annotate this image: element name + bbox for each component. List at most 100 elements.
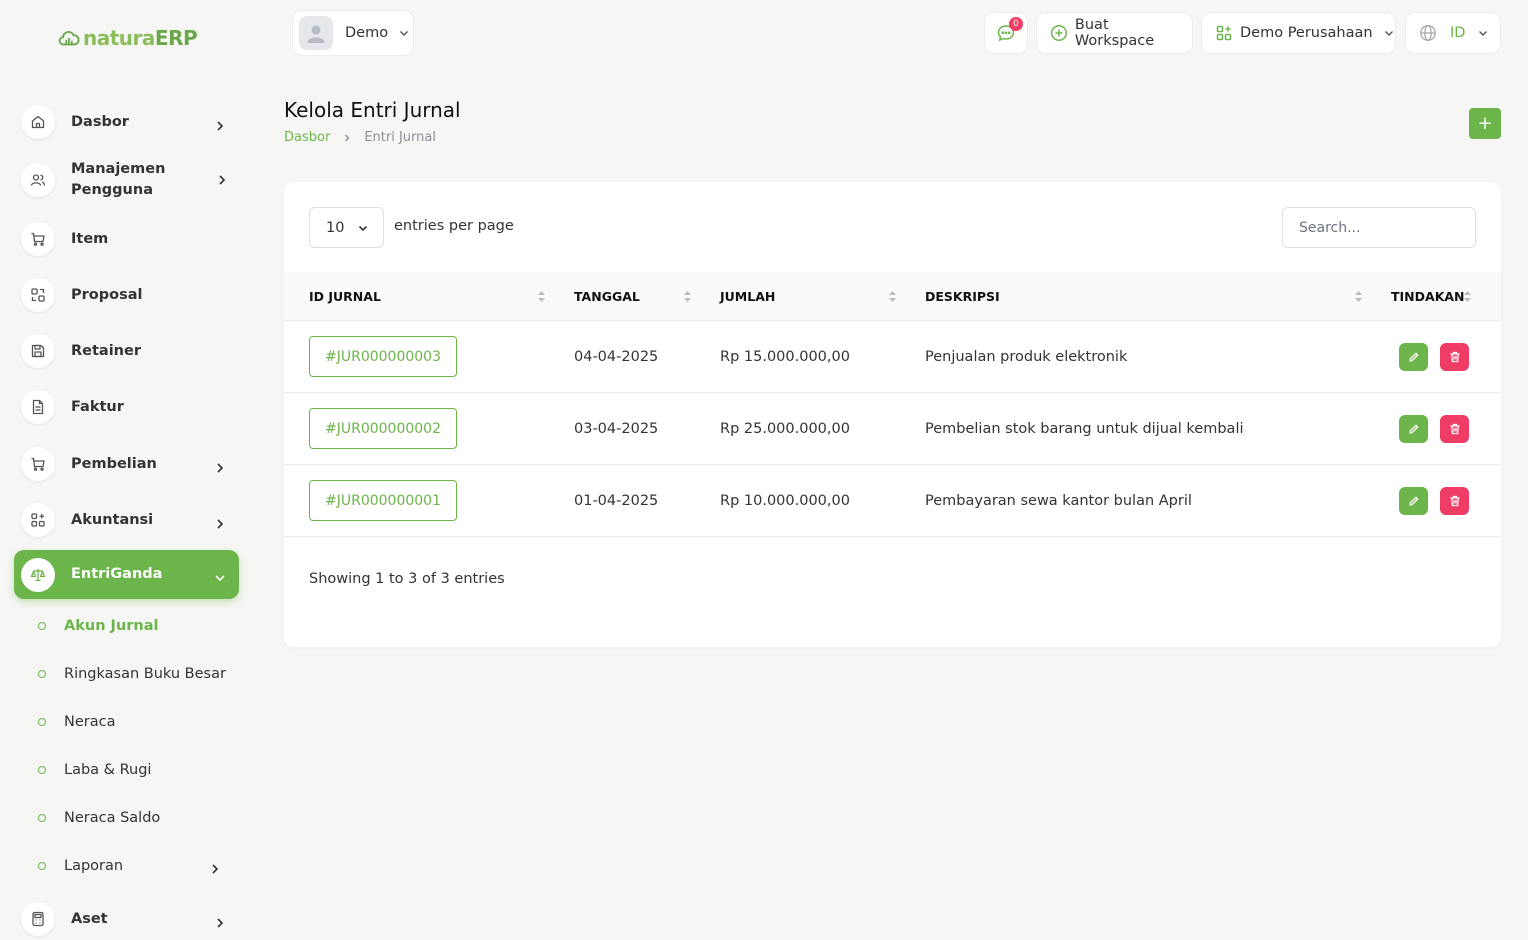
chevron-down-icon <box>400 31 409 36</box>
swap-icon <box>31 288 45 302</box>
chevron-right-icon <box>219 175 226 185</box>
chevron-right-icon <box>212 864 219 874</box>
company-name: Demo Perusahaan <box>1240 25 1373 41</box>
sidebar-subitem-akun-jurnal[interactable]: Akun Jurnal <box>38 614 238 638</box>
bullet-icon <box>38 862 46 870</box>
sidebar-item-proposal[interactable]: Proposal <box>14 274 239 316</box>
column-header-id-jurnal[interactable]: ID JURNAL <box>309 272 549 321</box>
breadcrumb-home[interactable]: Dasbor <box>284 130 330 145</box>
sidebar-item-item[interactable]: Item <box>14 218 239 260</box>
notification-badge: 0 <box>1009 17 1023 31</box>
user-menu[interactable]: Demo <box>292 10 414 56</box>
sidebar-item-retainer[interactable]: Retainer <box>14 330 239 372</box>
column-header-jumlah[interactable]: JUMLAH <box>720 272 900 321</box>
create-workspace-label: Buat Workspace <box>1074 17 1155 49</box>
trash-icon <box>1450 423 1459 435</box>
cloud-logo-icon <box>58 31 80 46</box>
delete-button[interactable] <box>1440 487 1469 515</box>
cell-description: Penjualan produk elektronik <box>925 349 1128 365</box>
sidebar-item-aset[interactable]: Aset <box>14 898 239 940</box>
sidebar-subitem-laporan[interactable]: Laporan <box>38 854 238 878</box>
entries-per-page-value: 10 <box>326 219 345 236</box>
sidebar-item-manajemen-pengguna[interactable]: Manajemen Pengguna <box>14 157 239 203</box>
column-header-tindakan[interactable]: TINDAKAN <box>1391 272 1481 321</box>
sidebar-item-akuntansi[interactable]: Akuntansi <box>14 498 239 542</box>
pencil-icon <box>1408 352 1418 362</box>
language-selector[interactable]: ID <box>1405 12 1501 54</box>
bullet-icon <box>38 766 46 774</box>
bullet-icon <box>38 670 46 678</box>
table-header: ID JURNAL TANGGAL JUMLAH DESKRIPSI TINDA… <box>284 272 1501 321</box>
edit-button[interactable] <box>1399 415 1428 443</box>
chevron-right-icon <box>345 134 350 141</box>
user-name: Demo <box>345 25 389 41</box>
sidebar-subitem-laba-rugi[interactable]: Laba & Rugi <box>38 758 238 782</box>
add-journal-button[interactable]: + <box>1469 108 1501 139</box>
sidebar-item-label: Manajemen Pengguna <box>71 161 166 198</box>
create-workspace-button[interactable]: Buat Workspace <box>1036 12 1193 54</box>
journal-table-card: 10 entries per page ID JURNAL TANGGAL JU… <box>284 182 1501 647</box>
brand-name: naturaERP <box>83 26 198 50</box>
delete-button[interactable] <box>1440 343 1469 371</box>
sidebar-subitem-label: Neraca Saldo <box>64 810 161 826</box>
chevron-down-icon <box>1479 31 1488 36</box>
cell-date: 04-04-2025 <box>574 349 659 365</box>
chevron-right-icon <box>217 121 224 131</box>
sidebar-item-pembelian[interactable]: Pembelian <box>14 442 239 486</box>
pencil-icon <box>1408 496 1418 506</box>
sidebar-item-label: Item <box>71 230 109 247</box>
sidebar-subitem-label: Laba & Rugi <box>64 762 152 778</box>
journal-id-link[interactable]: #JUR000000002 <box>309 408 457 449</box>
sidebar-item-entriganda[interactable]: EntriGanda <box>14 550 239 599</box>
save-icon <box>31 344 45 358</box>
page-title: Kelola Entri Jurnal <box>284 98 461 122</box>
chevron-down-icon <box>358 225 368 232</box>
column-header-tanggal[interactable]: TANGGAL <box>574 272 694 321</box>
sidebar-subitem-label: Ringkasan Buku Besar <box>64 666 226 682</box>
cell-date: 01-04-2025 <box>574 493 659 509</box>
bullet-icon <box>38 622 46 630</box>
cell-description: Pembayaran sewa kantor bulan April <box>925 493 1192 509</box>
table-footer-info: Showing 1 to 3 of 3 entries <box>309 571 505 587</box>
delete-button[interactable] <box>1440 415 1469 443</box>
calculator-icon <box>32 911 44 927</box>
entries-per-page-select[interactable]: 10 <box>309 207 384 248</box>
sidebar-subitem-ringkasan-buku-besar[interactable]: Ringkasan Buku Besar <box>38 662 254 686</box>
cell-amount: Rp 25.000.000,00 <box>720 421 850 437</box>
chevron-right-icon <box>217 918 224 928</box>
logo[interactable]: naturaERP <box>58 24 198 52</box>
sort-icon <box>684 291 691 302</box>
company-selector[interactable]: Demo Perusahaan <box>1201 12 1396 54</box>
home-icon <box>31 115 45 129</box>
sidebar-item-label: Faktur <box>71 398 124 415</box>
sidebar-subitem-label: Akun Jurnal <box>64 618 159 634</box>
breadcrumb-current: Entri Jurnal <box>364 130 436 145</box>
sort-icon <box>889 291 896 302</box>
bullet-icon <box>38 814 46 822</box>
chevron-right-icon <box>217 463 224 473</box>
cell-date: 03-04-2025 <box>574 421 659 437</box>
sidebar-item-dasbor[interactable]: Dasbor <box>14 100 239 144</box>
sidebar-subitem-neraca-saldo[interactable]: Neraca Saldo <box>38 806 238 830</box>
users-icon <box>30 174 46 186</box>
sort-icon <box>1464 291 1471 302</box>
sidebar-item-faktur[interactable]: Faktur <box>14 386 239 428</box>
document-icon <box>32 399 44 415</box>
pencil-icon <box>1408 424 1418 434</box>
scale-icon <box>30 568 46 581</box>
apps-icon <box>1216 25 1232 41</box>
sidebar-item-label: Aset <box>71 910 108 927</box>
table-row: #JUR000000001 01-04-2025 Rp 10.000.000,0… <box>284 465 1501 537</box>
chevron-down-icon <box>215 574 225 581</box>
globe-icon <box>1420 25 1436 41</box>
journal-id-link[interactable]: #JUR000000003 <box>309 336 457 377</box>
edit-button[interactable] <box>1399 343 1428 371</box>
sidebar-subitem-neraca[interactable]: Neraca <box>38 710 238 734</box>
notifications-button[interactable]: 0 <box>984 12 1028 54</box>
journal-id-link[interactable]: #JUR000000001 <box>309 480 457 521</box>
cart-icon <box>31 232 45 246</box>
column-header-deskripsi[interactable]: DESKRIPSI <box>925 272 1365 321</box>
edit-button[interactable] <box>1399 487 1428 515</box>
search-input[interactable] <box>1282 207 1476 248</box>
sort-icon <box>1355 291 1362 302</box>
